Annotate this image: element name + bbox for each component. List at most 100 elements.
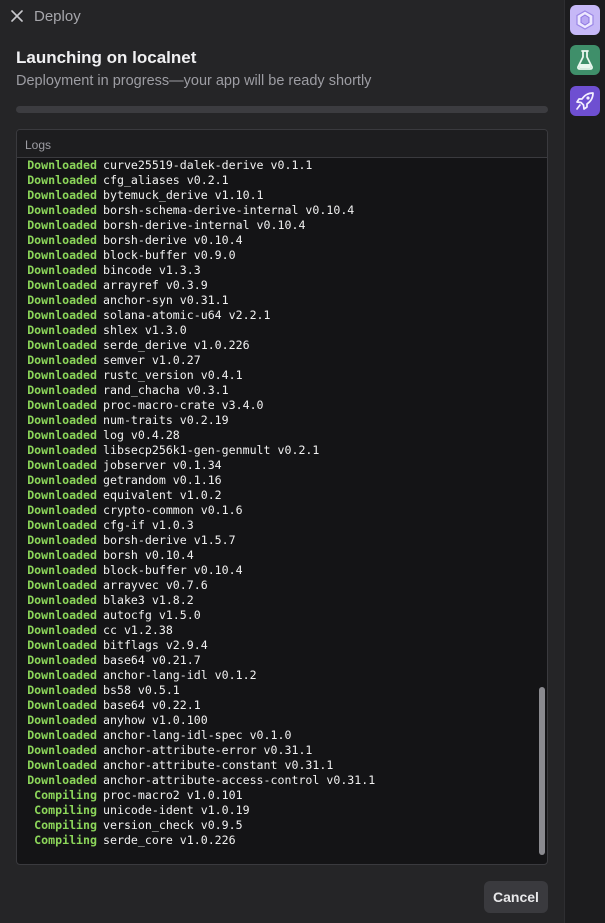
logs-content[interactable]: Downloaded curve25519-dalek-derive v0.1.1…	[17, 157, 535, 863]
log-kind: Downloaded	[27, 713, 97, 727]
log-kind: Downloaded	[27, 398, 97, 412]
log-text: libsecp256k1-gen-genmult v0.2.1	[103, 443, 320, 457]
sidebar-item-cube[interactable]	[570, 5, 600, 35]
log-kind: Downloaded	[27, 743, 97, 757]
log-text: proc-macro2 v1.0.101	[103, 788, 243, 802]
log-line: Downloaded autocfg v1.5.0	[17, 608, 375, 623]
log-kind: Compiling	[34, 788, 97, 802]
log-line: Downloaded cfg-if v1.0.3	[17, 518, 375, 533]
log-line: Downloaded anchor-attribute-error v0.31.1	[17, 743, 375, 758]
log-kind: Downloaded	[27, 218, 97, 232]
log-line: Compiling serde_core v1.0.226	[17, 833, 375, 848]
log-text: bincode v1.3.3	[103, 263, 201, 277]
log-kind: Downloaded	[27, 293, 97, 307]
log-line: Downloaded proc-macro-crate v3.4.0	[17, 398, 375, 413]
page-subtitle: Deployment in progress—your app will be …	[16, 73, 372, 89]
log-text: bytemuck_derive v1.10.1	[103, 188, 264, 202]
cancel-button[interactable]: Cancel	[484, 881, 548, 913]
log-text: num-traits v0.2.19	[103, 413, 229, 427]
log-kind: Downloaded	[27, 563, 97, 577]
log-kind: Downloaded	[27, 473, 97, 487]
log-text: borsh-schema-derive-internal v0.10.4	[103, 203, 355, 217]
log-line: Downloaded shlex v1.3.0	[17, 323, 375, 338]
log-text: blake3 v1.8.2	[103, 593, 194, 607]
log-text: semver v1.0.27	[103, 353, 201, 367]
log-line: Downloaded jobserver v0.1.34	[17, 458, 375, 473]
log-text: getrandom v0.1.16	[103, 473, 222, 487]
log-kind: Downloaded	[27, 413, 97, 427]
logs-label: Logs	[25, 138, 52, 152]
close-button[interactable]	[8, 7, 26, 25]
log-text: cfg-if v1.0.3	[103, 518, 194, 532]
log-kind: Downloaded	[27, 548, 97, 562]
log-kind: Compiling	[34, 803, 97, 817]
logs-header: Logs	[17, 130, 547, 158]
progress-bar	[16, 106, 548, 113]
flask-icon	[577, 50, 593, 70]
log-kind: Downloaded	[27, 248, 97, 262]
log-text: anchor-attribute-access-control v0.31.1	[103, 773, 376, 787]
log-kind: Downloaded	[27, 368, 97, 382]
log-kind: Downloaded	[27, 623, 97, 637]
log-line: Downloaded bytemuck_derive v1.10.1	[17, 188, 375, 203]
log-kind: Compiling	[34, 833, 97, 847]
log-line: Downloaded bs58 v0.5.1	[17, 683, 375, 698]
log-line: Downloaded anyhow v1.0.100	[17, 713, 375, 728]
log-line: Compiling version_check v0.9.5	[17, 818, 375, 833]
log-kind: Downloaded	[27, 728, 97, 742]
log-text: arrayref v0.3.9	[103, 278, 208, 292]
log-line: Downloaded anchor-attribute-constant v0.3…	[17, 758, 375, 773]
log-line: Downloaded borsh-derive v0.10.4	[17, 233, 375, 248]
log-line: Downloaded arrayref v0.3.9	[17, 278, 375, 293]
log-text: jobserver v0.1.34	[103, 458, 222, 472]
log-kind: Downloaded	[27, 233, 97, 247]
sidebar-item-rocket[interactable]	[570, 86, 600, 116]
rocket-icon	[576, 92, 594, 110]
log-text: serde_core v1.0.226	[103, 833, 236, 847]
log-text: bitflags v2.9.4	[103, 638, 208, 652]
page-title: Launching on localnet	[16, 48, 197, 67]
log-line: Downloaded cc v1.2.38	[17, 623, 375, 638]
log-line: Downloaded block-buffer v0.10.4	[17, 563, 375, 578]
log-text: borsh v0.10.4	[103, 548, 194, 562]
log-kind: Compiling	[34, 818, 97, 832]
log-line: Compiling proc-macro2 v1.0.101	[17, 788, 375, 803]
sidebar-item-flask[interactable]	[570, 45, 600, 75]
log-text: anyhow v1.0.100	[103, 713, 208, 727]
logs-scrollbar[interactable]	[537, 157, 547, 863]
log-kind: Downloaded	[27, 323, 97, 337]
log-lines: Downloaded curve25519-dalek-derive v0.1.1…	[17, 158, 375, 848]
scrollbar-thumb[interactable]	[539, 687, 545, 855]
log-text: curve25519-dalek-derive v0.1.1	[103, 158, 313, 172]
log-kind: Downloaded	[27, 158, 97, 172]
log-text: borsh-derive v0.10.4	[103, 233, 243, 247]
log-kind: Downloaded	[27, 338, 97, 352]
log-line: Downloaded borsh-schema-derive-internal v…	[17, 203, 375, 218]
log-kind: Downloaded	[27, 518, 97, 532]
log-kind: Downloaded	[27, 263, 97, 277]
log-line: Downloaded semver v1.0.27	[17, 353, 375, 368]
log-text: borsh-derive-internal v0.10.4	[103, 218, 306, 232]
log-text: rustc_version v0.4.1	[103, 368, 243, 382]
log-kind: Downloaded	[27, 638, 97, 652]
log-line: Downloaded libsecp256k1-gen-genmult v0.2.…	[17, 443, 375, 458]
log-text: autocfg v1.5.0	[103, 608, 201, 622]
app-sidebar	[565, 0, 605, 923]
log-kind: Downloaded	[27, 188, 97, 202]
log-line: Downloaded anchor-syn v0.31.1	[17, 293, 375, 308]
log-text: unicode-ident v1.0.19	[103, 803, 250, 817]
log-line: Downloaded borsh v0.10.4	[17, 548, 375, 563]
log-kind: Downloaded	[27, 488, 97, 502]
log-text: arrayvec v0.7.6	[103, 578, 208, 592]
log-kind: Downloaded	[27, 458, 97, 472]
log-line: Compiling unicode-ident v1.0.19	[17, 803, 375, 818]
log-line: Downloaded borsh-derive v1.5.7	[17, 533, 375, 548]
log-text: bs58 v0.5.1	[103, 683, 180, 697]
log-line: Downloaded borsh-derive-internal v0.10.4	[17, 218, 375, 233]
log-kind: Downloaded	[27, 668, 97, 682]
log-text: borsh-derive v1.5.7	[103, 533, 236, 547]
log-text: proc-macro-crate v3.4.0	[103, 398, 264, 412]
log-kind: Downloaded	[27, 683, 97, 697]
log-text: block-buffer v0.10.4	[103, 563, 243, 577]
log-text: block-buffer v0.9.0	[103, 248, 236, 262]
